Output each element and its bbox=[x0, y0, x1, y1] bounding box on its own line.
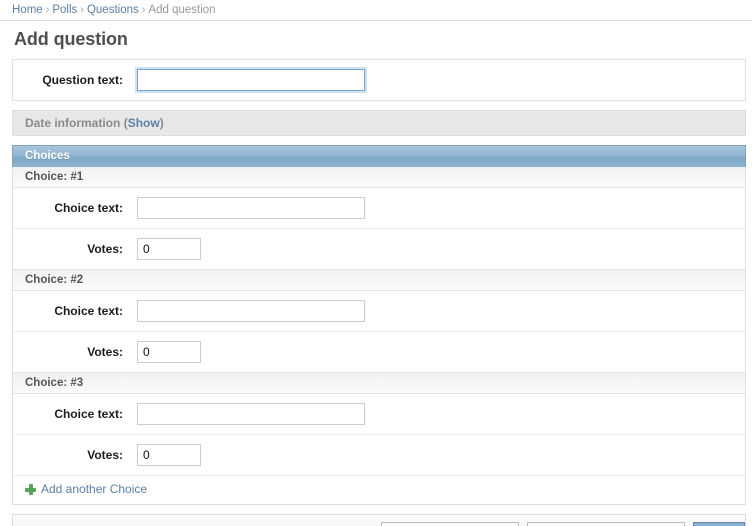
plus-icon bbox=[25, 484, 36, 495]
choice-1-text-input[interactable] bbox=[137, 197, 365, 219]
choice-1-votes-label: Votes: bbox=[25, 242, 137, 256]
form-row-question-text: Question text: bbox=[13, 60, 745, 100]
main-content: Add question Question text: Date informa… bbox=[0, 29, 752, 526]
save-and-add-another-button[interactable]: Save and add another bbox=[381, 522, 519, 526]
form-row-choice-2-text: Choice text: bbox=[13, 291, 745, 331]
choice-2-text-input[interactable] bbox=[137, 300, 365, 322]
submit-row: Save and add another Save and continue e… bbox=[12, 514, 746, 526]
add-another-choice-label: Add another Choice bbox=[41, 482, 147, 496]
breadcrumb-item-polls[interactable]: Polls bbox=[52, 4, 77, 16]
choice-1-votes-input[interactable] bbox=[137, 238, 201, 260]
form-row-choice-3-text: Choice text: bbox=[13, 394, 745, 434]
inline-item-choice-2: Choice: #2 Choice text: Votes: bbox=[13, 269, 745, 372]
breadcrumb-item-home[interactable]: Home bbox=[12, 4, 43, 16]
add-another-choice-link[interactable]: Add another Choice bbox=[25, 482, 147, 496]
breadcrumb-separator: › bbox=[77, 4, 87, 16]
add-another-choice-row: Add another Choice bbox=[13, 475, 745, 504]
save-and-continue-editing-button[interactable]: Save and continue editing bbox=[527, 522, 685, 526]
choice-3-votes-input[interactable] bbox=[137, 444, 201, 466]
inline-item-choice-1: Choice: #1 Choice text: Votes: bbox=[13, 167, 745, 269]
form-row-choice-3-votes: Votes: bbox=[13, 434, 745, 475]
choice-3-text-label: Choice text: bbox=[25, 407, 137, 421]
page-title: Add question bbox=[14, 29, 746, 50]
inline-item-choice-3: Choice: #3 Choice text: Votes: bbox=[13, 372, 745, 475]
choice-2-votes-input[interactable] bbox=[137, 341, 201, 363]
choices-group-heading: Choices bbox=[12, 145, 746, 167]
choice-3-header: Choice: #3 bbox=[13, 372, 745, 394]
choice-3-votes-label: Votes: bbox=[25, 448, 137, 462]
form-row-choice-1-text: Choice text: bbox=[13, 188, 745, 228]
choices-inline-group: Choices Choice: #1 Choice text: Votes: C… bbox=[12, 145, 746, 505]
date-information-fieldset: Date information (Show) bbox=[12, 110, 746, 136]
choice-2-header: Choice: #2 bbox=[13, 269, 745, 291]
choice-2-text-label: Choice text: bbox=[25, 304, 137, 318]
breadcrumb-separator: › bbox=[139, 4, 149, 16]
question-fieldset: Question text: bbox=[12, 59, 746, 101]
choice-2-votes-label: Votes: bbox=[25, 345, 137, 359]
form-row-choice-2-votes: Votes: bbox=[13, 331, 745, 372]
breadcrumb: Home›Polls›Questions›Add question bbox=[0, 0, 752, 21]
question-text-label: Question text: bbox=[25, 73, 137, 87]
date-information-label: Date information bbox=[25, 116, 120, 130]
breadcrumb-item-current: Add question bbox=[148, 4, 215, 16]
choice-1-text-label: Choice text: bbox=[25, 201, 137, 215]
paren-close: ) bbox=[160, 116, 164, 130]
choice-1-header: Choice: #1 bbox=[13, 167, 745, 188]
breadcrumb-separator: › bbox=[43, 4, 53, 16]
breadcrumb-item-questions[interactable]: Questions bbox=[87, 4, 139, 16]
form-row-choice-1-votes: Votes: bbox=[13, 228, 745, 269]
question-text-input[interactable] bbox=[137, 69, 365, 91]
choices-inline-body: Choice: #1 Choice text: Votes: Choice: #… bbox=[12, 167, 746, 505]
choice-3-text-input[interactable] bbox=[137, 403, 365, 425]
date-information-show-toggle[interactable]: Show bbox=[128, 116, 160, 130]
save-button[interactable]: Save bbox=[693, 522, 745, 526]
